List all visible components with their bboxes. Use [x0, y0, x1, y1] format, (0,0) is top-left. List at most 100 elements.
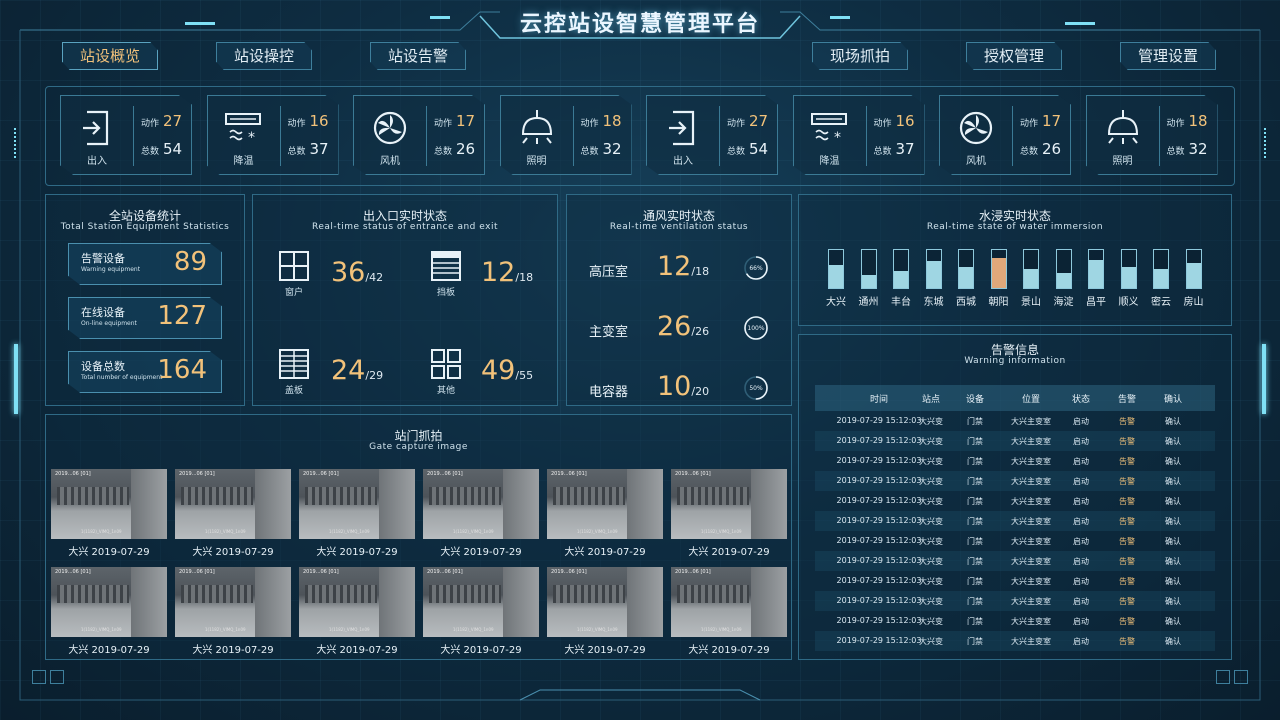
gate-capture-image[interactable]: 2019...06 [01] 1(1182)_VIMQ_1n09: [299, 469, 415, 539]
nav-tab-overview[interactable]: 站设概览: [62, 42, 158, 70]
table-cell: 2019-07-29 15:12:03: [836, 556, 922, 565]
table-row[interactable]: 2019-07-29 15:12:03 大兴变 门禁 大兴主变室 启动 告警 确认: [815, 551, 1215, 571]
table-cell: 启动: [1073, 457, 1089, 466]
entrance-icon: [669, 110, 695, 146]
table-row[interactable]: 2019-07-29 15:12:03 大兴变 门禁 大兴主变室 启动 告警 确认: [815, 611, 1215, 631]
gate-railing: [57, 487, 129, 505]
device-card[interactable]: 出入 动作 27 总数 54: [60, 95, 192, 175]
gate-capture-image[interactable]: 2019...06 [01] 1(1182)_VIMQ_1n09: [671, 567, 787, 637]
table-column-header: 告警: [1117, 395, 1136, 405]
device-card[interactable]: 出入 动作 27 总数 54: [646, 95, 778, 175]
table-row[interactable]: 2019-07-29 15:12:03 大兴变 门禁 大兴主变室 启动 告警 确认: [815, 491, 1215, 511]
water-level-fill: [991, 257, 1006, 288]
action-label: 动作: [1166, 119, 1185, 129]
image-timestamp: 2019...06 [01]: [303, 569, 339, 575]
device-card[interactable]: 风机 动作 17 总数 26: [939, 95, 1071, 175]
table-cell: 启动: [1073, 637, 1089, 646]
action-count: 16: [895, 112, 915, 130]
gate-wall: [131, 469, 167, 539]
image-timestamp: 2019...06 [01]: [427, 471, 463, 477]
table-cell: 大兴变: [919, 437, 943, 446]
table-row[interactable]: 2019-07-29 15:12:03 大兴变 门禁 大兴主变室 启动 告警 确认: [815, 411, 1215, 431]
card-divider: [426, 106, 427, 166]
gate-capture-image[interactable]: 2019...06 [01] 1(1182)_VIMQ_1n09: [175, 567, 291, 637]
table-cell: 确认: [1165, 597, 1181, 606]
svg-text:50%: 50%: [749, 385, 763, 392]
gate-capture-image[interactable]: 2019...06 [01] 1(1182)_VIMQ_1n09: [547, 567, 663, 637]
card-divider: [865, 106, 867, 166]
device-card[interactable]: * 降温 动作 16 总数 37: [792, 95, 925, 175]
nav-tab-control[interactable]: 站设操控: [216, 42, 312, 70]
nav-tab-settings[interactable]: 管理设置: [1120, 42, 1216, 70]
gate-capture-image[interactable]: 2019...06 [01] 1(1182)_VIMQ_1n09: [175, 469, 291, 539]
image-camera-id: 1(1182)_VIMQ_1n09: [329, 529, 370, 534]
gate-capture-image[interactable]: 2019...06 [01] 1(1182)_VIMQ_1n09: [671, 469, 787, 539]
air-conditioner-icon: *: [224, 113, 261, 146]
table-cell: 大兴主变室: [1011, 617, 1051, 626]
panel-subtitle: Total Station Equipment Statistics: [60, 222, 230, 232]
gate-wall: [131, 567, 167, 637]
table-row[interactable]: 2019-07-29 15:12:03 大兴变 门禁 大兴主变室 启动 告警 确认: [815, 531, 1215, 551]
table-cell: 门禁: [967, 477, 983, 486]
table-row[interactable]: 2019-07-29 15:12:03 大兴变 门禁 大兴主变室 启动 告警 确认: [815, 511, 1215, 531]
stat-warning-equipment[interactable]: 告警设备 Warning equipment 89: [68, 243, 222, 285]
total-count: 32: [1188, 140, 1208, 158]
panel-subtitle: Real-time state of water immersion: [926, 222, 1104, 232]
table-cell: 门禁: [967, 417, 983, 426]
image-timestamp: 2019...06 [01]: [55, 471, 91, 477]
total-count: 26: [456, 140, 476, 158]
gate-capture-image[interactable]: 2019...06 [01] 1(1182)_VIMQ_1n09: [423, 567, 539, 637]
stat-label: 告警设备: [81, 252, 125, 265]
image-timestamp: 2019...06 [01]: [179, 569, 215, 575]
gate-capture-caption: 大兴 2019-07-29: [688, 547, 770, 558]
gate-capture-image[interactable]: 2019...06 [01] 1(1182)_VIMQ_1n09: [423, 469, 539, 539]
panel-subtitle: Real-time status of entrance and exit: [312, 222, 498, 232]
table-cell: 大兴主变室: [1011, 537, 1051, 546]
stat-online-equipment[interactable]: 在线设备 On-line equipment 127: [68, 297, 222, 339]
device-card[interactable]: 照明 动作 18 总数 32: [1085, 95, 1218, 175]
stat-label-en: Total number of equipment: [81, 374, 163, 381]
total-label: 总数: [1020, 147, 1039, 157]
water-station-label: 东城: [923, 297, 944, 308]
device-card[interactable]: 风机 动作 17 总数 26: [353, 95, 485, 175]
table-row[interactable]: 2019-07-29 15:12:03 大兴变 门禁 大兴主变室 启动 告警 确认: [815, 471, 1215, 491]
action-count-row: 动作 27: [727, 112, 777, 130]
gate-capture-caption: 大兴 2019-07-29: [192, 547, 274, 558]
table-cell: 启动: [1073, 477, 1089, 486]
warning-info-panel: 告警信息 Warning information 时间 站点 设备 位置 状态 告警 确认 …: [798, 334, 1232, 660]
nav-tab-authorization[interactable]: 授权管理: [966, 42, 1062, 70]
table-row[interactable]: 2019-07-29 15:12:03 大兴变 门禁 大兴主变室 启动 告警 确认: [815, 571, 1215, 591]
stat-label-en: Warning equipment: [81, 266, 141, 273]
table-cell: 启动: [1073, 517, 1089, 526]
right-edge-glow: [1262, 344, 1266, 414]
total-label: 总数: [1166, 147, 1185, 157]
gate-capture-image[interactable]: 2019...06 [01] 1(1182)_VIMQ_1n09: [51, 469, 167, 539]
table-column-header: 状态: [1071, 395, 1090, 405]
device-card[interactable]: * 降温 动作 16 总数 37: [206, 95, 339, 175]
panel-subtitle: Real-time ventilation status: [609, 222, 749, 232]
nav-tab-alarm[interactable]: 站设告警: [370, 42, 466, 70]
action-label: 动作: [580, 119, 599, 129]
corner-box: [32, 670, 46, 684]
device-card[interactable]: 照明 动作 18 总数 32: [499, 95, 632, 175]
gate-capture-image[interactable]: 2019...06 [01] 1(1182)_VIMQ_1n09: [51, 567, 167, 637]
table-row[interactable]: 2019-07-29 15:12:03 大兴变 门禁 大兴主变室 启动 告警 确认: [815, 631, 1215, 651]
table-row[interactable]: 2019-07-29 15:12:03 大兴变 门禁 大兴主变室 启动 告警 确认: [815, 591, 1215, 611]
gate-railing: [181, 585, 253, 603]
table-cell: 告警: [1119, 517, 1135, 526]
table-cell: 启动: [1073, 577, 1089, 586]
gate-railing: [553, 487, 625, 505]
gate-capture-image[interactable]: 2019...06 [01] 1(1182)_VIMQ_1n09: [547, 469, 663, 539]
grid-icon: [431, 349, 461, 379]
image-camera-id: 1(1182)_VIMQ_1n09: [81, 627, 122, 632]
action-count: 27: [749, 112, 769, 130]
stat-total-equipment[interactable]: 设备总数 Total number of equipment 164: [68, 351, 222, 393]
nav-tab-capture[interactable]: 现场抓拍: [812, 42, 908, 70]
stat-label: 设备总数: [81, 360, 125, 373]
table-cell: 告警: [1119, 577, 1135, 586]
gate-wall: [379, 469, 415, 539]
gate-capture-image[interactable]: 2019...06 [01] 1(1182)_VIMQ_1n09: [299, 567, 415, 637]
table-row[interactable]: 2019-07-29 15:12:03 大兴变 门禁 大兴主变室 启动 告警 确认: [815, 451, 1215, 471]
table-row[interactable]: 2019-07-29 15:12:03 大兴变 门禁 大兴主变室 启动 告警 确认: [815, 431, 1215, 451]
image-timestamp: 2019...06 [01]: [427, 569, 463, 575]
